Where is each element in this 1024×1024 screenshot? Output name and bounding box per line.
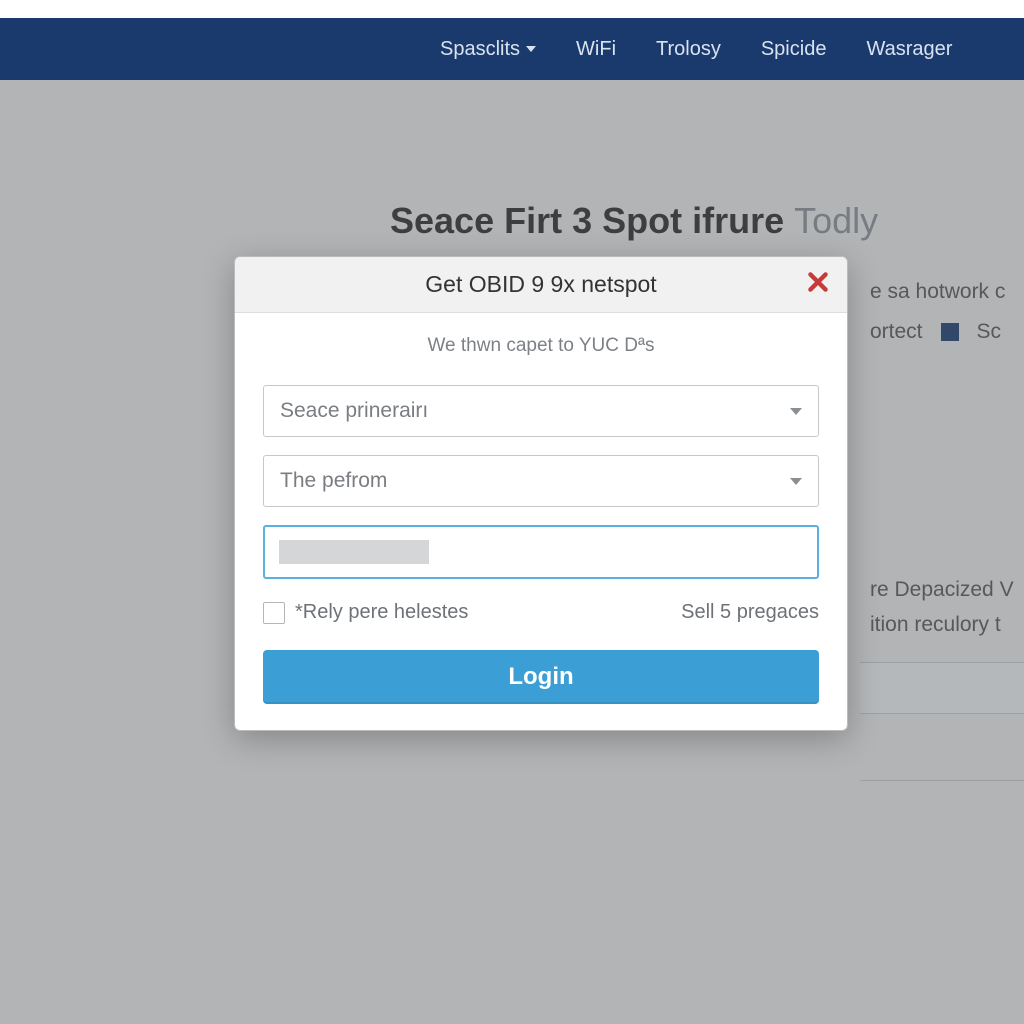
close-button[interactable] [805,269,831,295]
main-navbar: Spasclits WiFi Trolosy Spicide Wasrager [0,18,1024,80]
select-label: Seace prinerairı [280,399,790,423]
select-label: The pefrom [280,469,790,493]
password-input[interactable] [263,525,819,579]
select-pefrom[interactable]: The pefrom [263,455,819,507]
nav-item-trolosy[interactable]: Trolosy [656,38,721,61]
close-icon [805,269,831,295]
nav-item-label: Spasclits [440,38,520,61]
nav-item-label: WiFi [576,38,616,61]
nav-item-label: Spicide [761,38,827,61]
checkbox-icon [263,602,285,624]
modal-header: Get OBID 9 9x netspot [235,257,847,313]
browser-url-bar [0,0,1024,18]
checkbox-label: *Rely pere helestes [295,601,468,624]
chevron-down-icon [526,46,536,52]
select-seace[interactable]: Seace prinerairı [263,385,819,437]
nav-item-spasclits[interactable]: Spasclits [440,38,536,61]
nav-item-label: Trolosy [656,38,721,61]
nav-item-label: Wasrager [866,38,952,61]
nav-item-wasrager[interactable]: Wasrager [866,38,952,61]
login-button[interactable]: Login [263,650,819,704]
nav-item-wifi[interactable]: WiFi [576,38,616,61]
modal-subtitle: We thwn capet to YUC Dªs [263,335,819,357]
modal-body: We thwn capet to YUC Dªs Seace prinerair… [235,313,847,730]
chevron-down-icon [790,408,802,415]
pregaces-link[interactable]: Sell 5 pregaces [681,601,819,624]
nav-item-spicide[interactable]: Spicide [761,38,827,61]
login-modal: Get OBID 9 9x netspot We thwn capet to Y… [234,256,848,731]
options-row: *Rely pere helestes Sell 5 pregaces [263,601,819,624]
chevron-down-icon [790,478,802,485]
input-placeholder-mask [279,540,429,564]
remember-checkbox[interactable]: *Rely pere helestes [263,601,468,624]
modal-title: Get OBID 9 9x netspot [425,271,656,298]
